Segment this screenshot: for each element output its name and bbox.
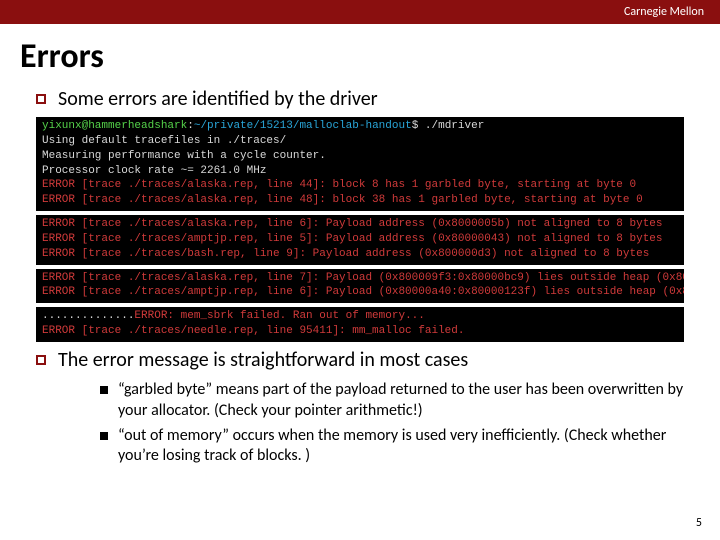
terminal-block-3: ERROR [trace ./traces/alaska.rep, line 7… [36, 269, 684, 304]
sub-bullet-2-text: “out of memory” occurs when the memory i… [118, 426, 696, 468]
box-bullet-icon [36, 94, 46, 104]
bullet-1-text: Some errors are identified by the driver [58, 87, 378, 111]
slide: Carnegie Mellon Errors Some errors are i… [0, 0, 720, 540]
sub-bullet-1: “garbled byte” means part of the payload… [100, 380, 696, 422]
terminal-block-1: yixunx@hammerheadshark:~/private/15213/m… [36, 117, 684, 211]
bullet-1: Some errors are identified by the driver [36, 87, 696, 111]
sub-bullet-list: “garbled byte” means part of the payload… [100, 380, 696, 467]
brand-label: Carnegie Mellon [624, 5, 704, 19]
bullet-2-text: The error message is straightforward in … [58, 348, 468, 372]
square-bullet-icon [100, 432, 108, 440]
sub-bullet-2: “out of memory” occurs when the memory i… [100, 426, 696, 468]
terminal-block-4: ..............ERROR: mem_sbrk failed. Ra… [36, 307, 684, 342]
slide-body: Some errors are identified by the driver… [0, 87, 720, 467]
box-bullet-icon [36, 355, 46, 365]
slide-title: Errors [20, 36, 720, 77]
page-number: 5 [696, 516, 702, 530]
terminal-block-2: ERROR [trace ./traces/alaska.rep, line 6… [36, 215, 684, 265]
bullet-2: The error message is straightforward in … [36, 348, 696, 372]
sub-bullet-1-text: “garbled byte” means part of the payload… [118, 380, 696, 422]
terminal-group: yixunx@hammerheadshark:~/private/15213/m… [36, 117, 696, 342]
square-bullet-icon [100, 386, 108, 394]
top-bar: Carnegie Mellon [0, 0, 720, 24]
